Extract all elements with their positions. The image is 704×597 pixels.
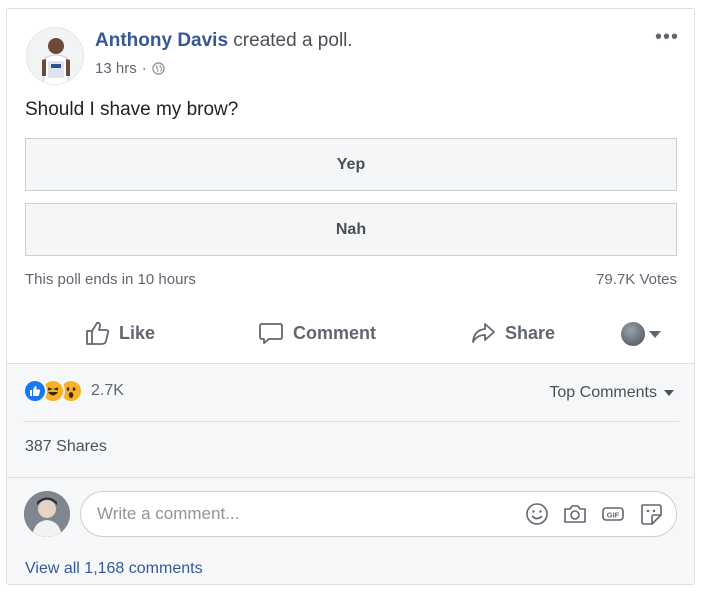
post-action-text: created a poll. [228,30,353,51]
caret-down-icon [664,390,674,396]
audience-selector[interactable] [621,322,661,346]
author-name[interactable]: Anthony Davis [95,30,228,51]
reaction-count: 2.7K [91,382,124,399]
poll-option-nah[interactable]: Nah [25,203,677,256]
like-button[interactable]: Like [83,319,155,347]
poll-vote-count[interactable]: 79.7K Votes [596,271,677,288]
gif-icon[interactable]: GIF [600,501,626,527]
view-all-comments-link[interactable]: View all 1,168 comments [25,560,203,578]
reaction-summary[interactable]: 2.7K [23,379,124,403]
composer-icons: GIF [524,501,664,527]
sticker-icon[interactable] [638,501,664,527]
poll-end-time: This poll ends in 10 hours [25,271,196,288]
post-meta: 13 hrs · [95,60,165,77]
comment-composer: GIF [80,491,677,537]
post-header: Anthony Davis created a poll. [95,30,353,52]
author-avatar[interactable] [26,27,84,85]
camera-icon[interactable] [562,501,588,527]
more-options-icon[interactable]: ••• [655,27,679,47]
like-reaction-icon [23,379,47,403]
comment-icon [259,323,283,344]
globe-icon[interactable] [151,62,165,75]
like-label: Like [119,322,156,343]
poll-option-yep[interactable]: Yep [25,138,677,191]
engagement-section: 2.7K Top Comments 387 Shares Write a com… [7,363,694,584]
share-button[interactable]: Share [469,319,555,347]
smiley-icon[interactable] [524,501,550,527]
poll-question: Should I shave my brow? [25,99,239,120]
comment-input[interactable] [97,504,497,524]
meta-separator: · [141,60,147,77]
share-count[interactable]: 387 Shares [25,438,107,456]
post-timestamp[interactable]: 13 hrs [95,60,137,77]
current-user-avatar[interactable] [24,491,70,537]
comment-button[interactable]: Comment [257,319,376,347]
top-comments-dropdown[interactable]: Top Comments [549,384,674,402]
user-avatar-small [621,322,645,346]
divider [7,477,694,478]
share-arrow-icon [472,323,495,343]
comment-label: Comment [293,322,377,343]
post-card: Anthony Davis created a poll. 13 hrs · •… [6,8,695,585]
top-comments-label: Top Comments [549,384,657,401]
thumbs-up-icon [86,321,110,345]
share-label: Share [505,322,556,343]
svg-text:GIF: GIF [607,511,620,520]
chevron-down-icon [649,330,661,338]
action-bar: Like Comment Share [7,311,694,361]
poll-footer: This poll ends in 10 hours 79.7K Votes [25,271,677,288]
divider [23,421,679,422]
